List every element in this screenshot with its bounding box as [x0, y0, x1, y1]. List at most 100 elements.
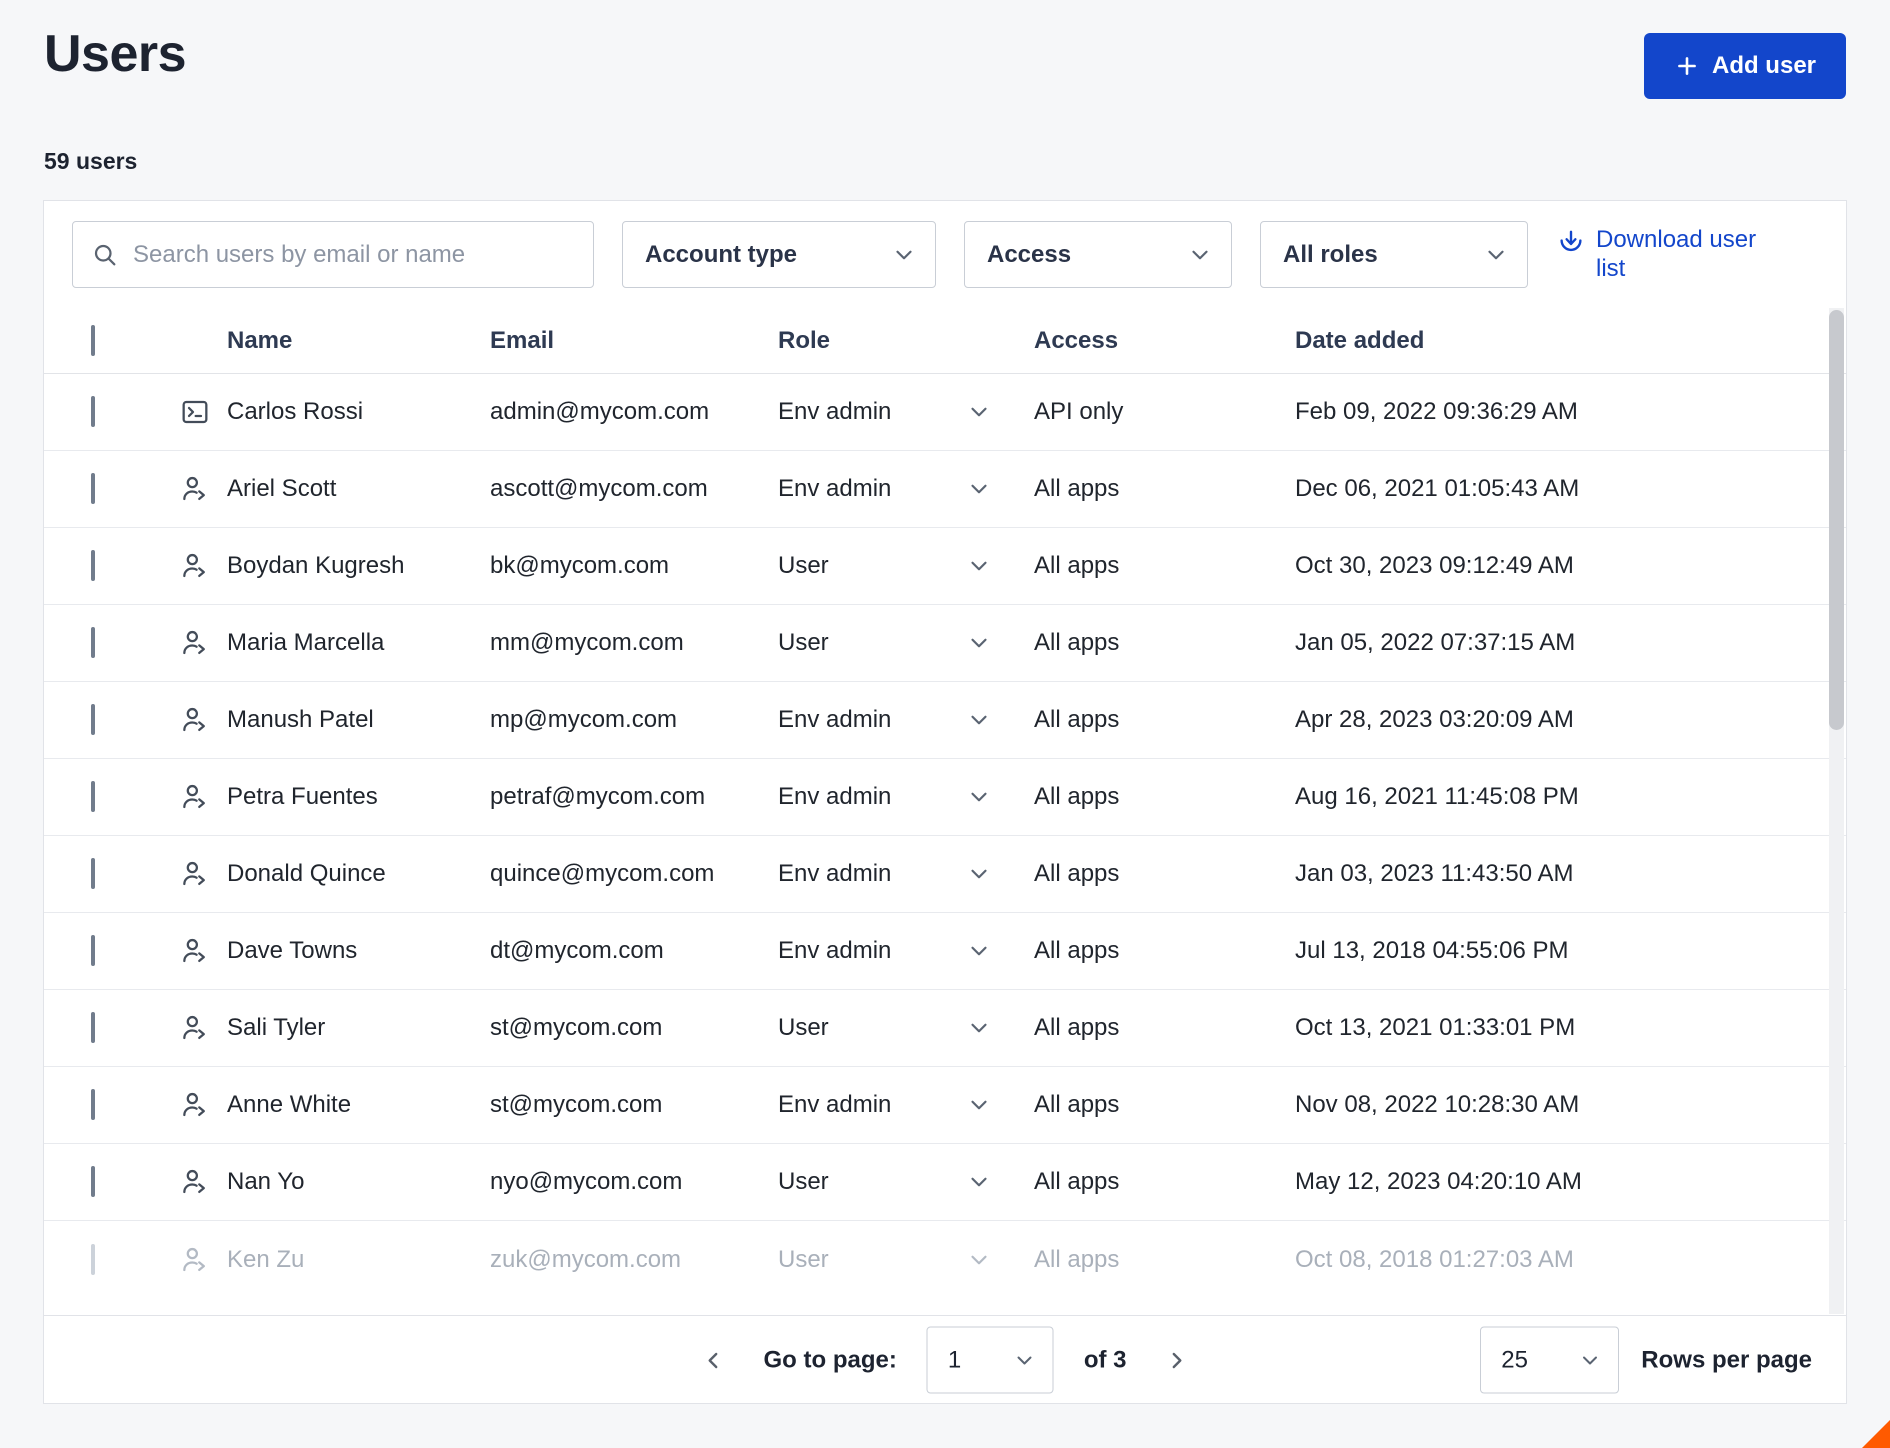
previous-page-button[interactable] [694, 1340, 734, 1380]
access-value: All apps [1034, 783, 1295, 811]
user-name: Ken Zu [227, 1246, 490, 1274]
role-select[interactable]: User [778, 1014, 1034, 1042]
access-value: All apps [1034, 1014, 1295, 1042]
user-email: quince@mycom.com [490, 860, 778, 888]
access-value: All apps [1034, 706, 1295, 734]
scrollbar-thumb[interactable] [1829, 310, 1844, 730]
row-checkbox[interactable] [91, 1166, 95, 1197]
role-select[interactable]: User [778, 1168, 1034, 1196]
chevron-down-icon [1578, 1348, 1602, 1372]
access-dropdown[interactable]: Access [964, 221, 1232, 288]
row-checkbox[interactable] [91, 550, 95, 581]
date-added-value: Oct 08, 2018 01:27:03 AM [1295, 1246, 1846, 1274]
table-row: Dave Towns dt@mycom.com Env admin All ap… [44, 913, 1846, 990]
user-name: Dave Towns [227, 937, 490, 965]
chevron-down-icon [966, 476, 992, 502]
person-icon [179, 550, 211, 582]
pagination-bar: Go to page: 1 of 3 25 Rows per page [44, 1315, 1846, 1404]
access-dropdown-label: Access [987, 241, 1071, 269]
role-select[interactable]: User [778, 1246, 1034, 1274]
chevron-down-icon [966, 1092, 992, 1118]
table-row: Petra Fuentes petraf@mycom.com Env admin… [44, 759, 1846, 836]
user-email: ascott@mycom.com [490, 475, 778, 503]
role-value: Env admin [778, 860, 891, 888]
role-select[interactable]: Env admin [778, 398, 1034, 426]
date-added-value: Nov 08, 2022 10:28:30 AM [1295, 1091, 1846, 1119]
next-page-button[interactable] [1157, 1340, 1197, 1380]
access-value: All apps [1034, 1091, 1295, 1119]
role-value: User [778, 1014, 829, 1042]
access-value: All apps [1034, 1168, 1295, 1196]
role-value: Env admin [778, 783, 891, 811]
page-select[interactable]: 1 [927, 1327, 1054, 1394]
row-checkbox[interactable] [91, 1244, 95, 1275]
terminal-icon [179, 396, 211, 428]
date-added-value: Jan 05, 2022 07:37:15 AM [1295, 629, 1846, 657]
row-checkbox[interactable] [91, 1012, 95, 1043]
role-value: Env admin [778, 1091, 891, 1119]
chevron-down-icon [966, 1247, 992, 1273]
select-all-checkbox[interactable] [91, 325, 95, 356]
users-panel: Account type Access All roles [43, 200, 1847, 1404]
roles-dropdown-label: All roles [1283, 241, 1378, 269]
download-user-list-link[interactable]: Download user list [1556, 226, 1772, 283]
role-select[interactable]: Env admin [778, 706, 1034, 734]
access-value: All apps [1034, 1246, 1295, 1274]
roles-dropdown[interactable]: All roles [1260, 221, 1528, 288]
date-added-value: Jan 03, 2023 11:43:50 AM [1295, 860, 1846, 888]
rows-per-page-select[interactable]: 25 [1480, 1327, 1619, 1394]
user-email: dt@mycom.com [490, 937, 778, 965]
chevron-down-icon [966, 861, 992, 887]
role-value: Env admin [778, 398, 891, 426]
account-type-dropdown[interactable]: Account type [622, 221, 936, 288]
user-email: petraf@mycom.com [490, 783, 778, 811]
access-value: All apps [1034, 860, 1295, 888]
row-checkbox[interactable] [91, 627, 95, 658]
role-select[interactable]: Env admin [778, 475, 1034, 503]
users-table: Name Email Role Access Date added [44, 308, 1846, 1298]
add-user-button[interactable]: Add user [1644, 33, 1846, 99]
person-icon [179, 627, 211, 659]
date-added-value: Jul 13, 2018 04:55:06 PM [1295, 937, 1846, 965]
chevron-down-icon [1013, 1348, 1037, 1372]
table-row: Boydan Kugresh bk@mycom.com User All app… [44, 528, 1846, 605]
role-value: User [778, 1246, 829, 1274]
download-link-label: Download user list [1596, 226, 1772, 283]
row-checkbox[interactable] [91, 1089, 95, 1120]
role-select[interactable]: Env admin [778, 937, 1034, 965]
chevron-down-icon [966, 630, 992, 656]
access-value: All apps [1034, 475, 1295, 503]
role-value: Env admin [778, 937, 891, 965]
row-checkbox[interactable] [91, 704, 95, 735]
table-row: Donald Quince quince@mycom.com Env admin… [44, 836, 1846, 913]
role-select[interactable]: User [778, 552, 1034, 580]
filter-bar: Account type Access All roles [72, 221, 1818, 288]
person-icon [179, 1089, 211, 1121]
user-name: Ariel Scott [227, 475, 490, 503]
person-icon [179, 1244, 211, 1276]
role-select[interactable]: Env admin [778, 1091, 1034, 1119]
user-name: Donald Quince [227, 860, 490, 888]
role-value: Env admin [778, 475, 891, 503]
user-email: zuk@mycom.com [490, 1246, 778, 1274]
row-checkbox[interactable] [91, 396, 95, 427]
table-scrollbar[interactable] [1829, 308, 1844, 1314]
user-name: Sali Tyler [227, 1014, 490, 1042]
row-checkbox[interactable] [91, 858, 95, 889]
role-select[interactable]: Env admin [778, 783, 1034, 811]
row-checkbox[interactable] [91, 935, 95, 966]
row-checkbox[interactable] [91, 473, 95, 504]
page-title: Users [44, 24, 186, 84]
person-icon [179, 1166, 211, 1198]
user-name: Boydan Kugresh [227, 552, 490, 580]
table-row: Manush Patel mp@mycom.com Env admin All … [44, 682, 1846, 759]
role-value: User [778, 552, 829, 580]
role-select[interactable]: Env admin [778, 860, 1034, 888]
search-input[interactable] [133, 241, 575, 269]
table-body: Carlos Rossi admin@mycom.com Env admin A… [44, 374, 1846, 1298]
access-value: All apps [1034, 552, 1295, 580]
chevron-down-icon [966, 553, 992, 579]
column-header-role: Role [778, 327, 1034, 355]
row-checkbox[interactable] [91, 781, 95, 812]
role-select[interactable]: User [778, 629, 1034, 657]
